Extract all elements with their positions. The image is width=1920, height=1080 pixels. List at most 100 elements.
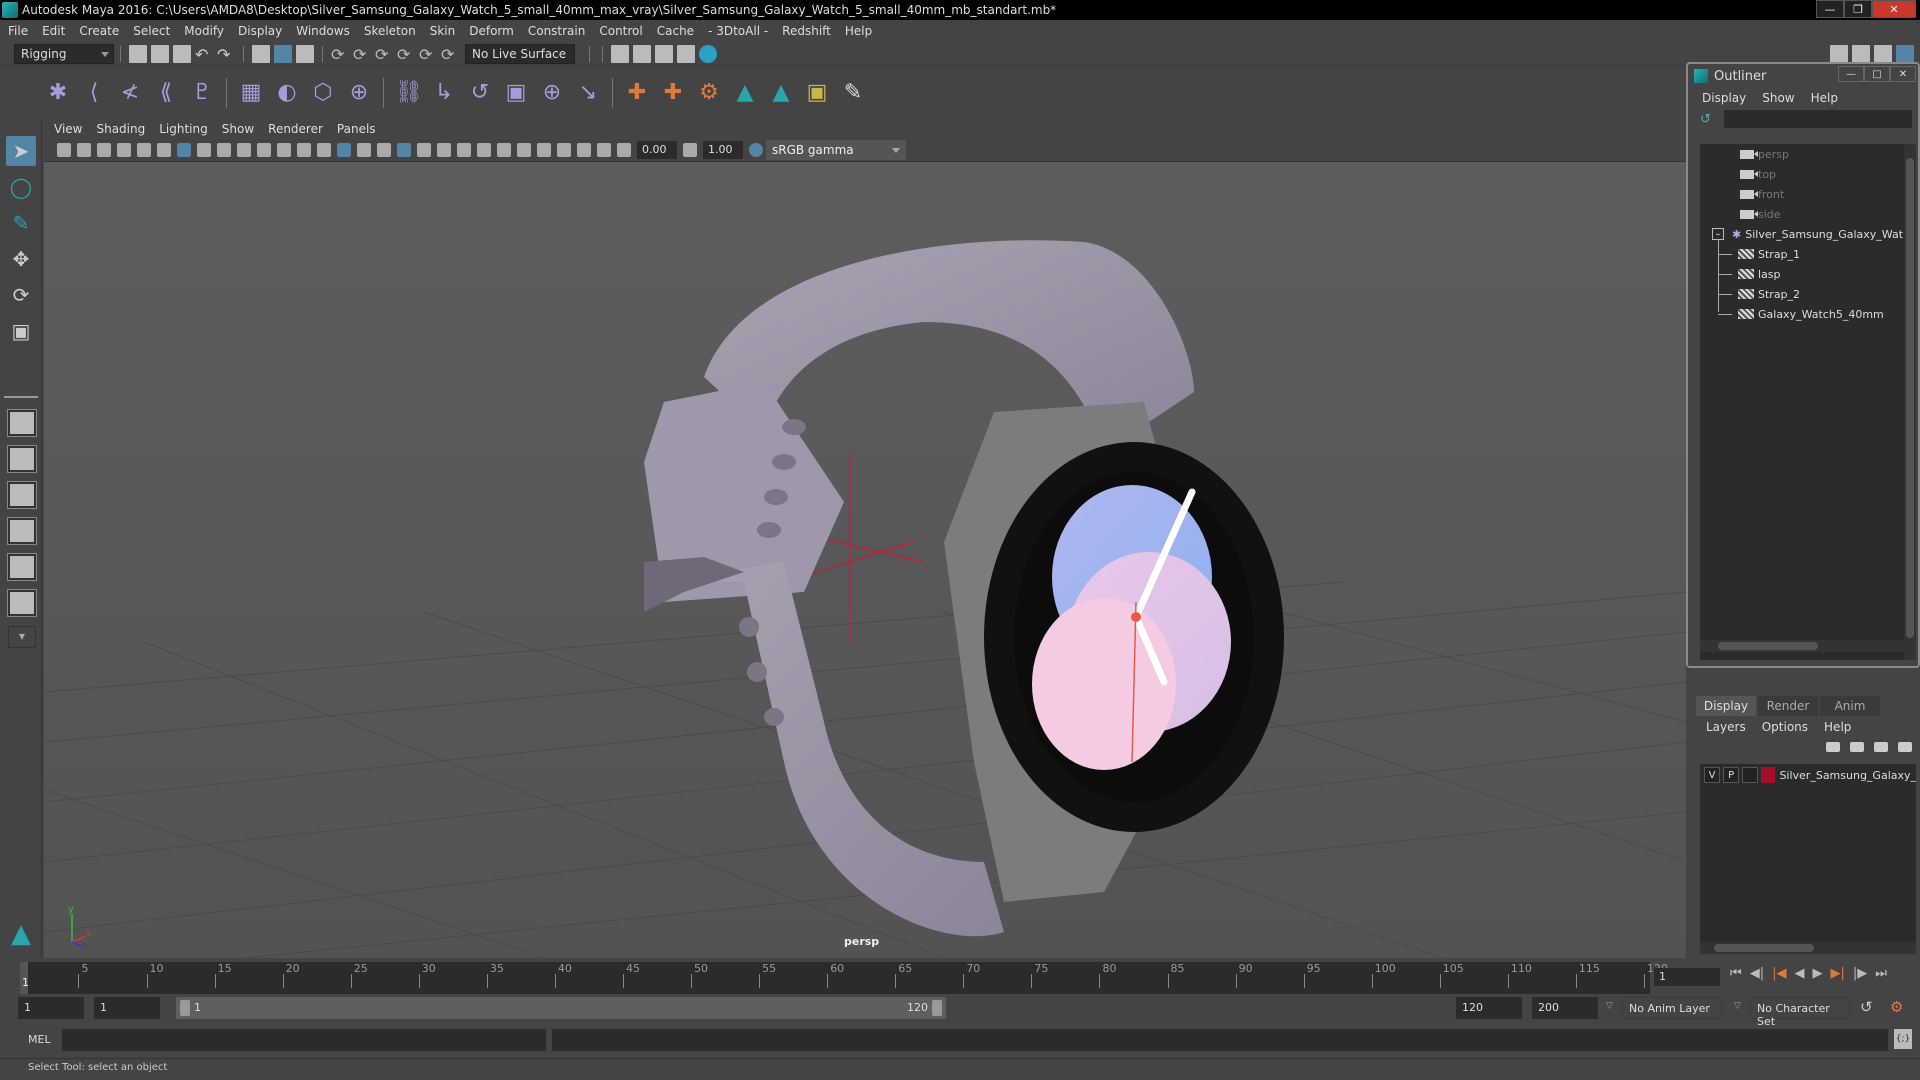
more-layouts-button[interactable]: ▼: [8, 626, 36, 648]
2d-pan-zoom-icon[interactable]: [137, 142, 151, 157]
xray-joints-icon[interactable]: [597, 142, 611, 157]
anim-layer-dropdown[interactable]: No Anim Layer: [1622, 997, 1722, 1019]
tab-anim[interactable]: Anim: [1820, 696, 1880, 716]
grid-toggle-icon[interactable]: [177, 142, 191, 157]
maya-icon[interactable]: ▲: [732, 80, 758, 106]
joint-tool-icon[interactable]: ✱: [45, 80, 71, 106]
open-scene-icon[interactable]: [151, 44, 169, 63]
safe-title-icon[interactable]: [297, 142, 311, 157]
textured-icon[interactable]: [397, 142, 411, 157]
persp-graph-layout-icon[interactable]: [7, 517, 37, 545]
exposure-field[interactable]: 0.00: [637, 140, 677, 159]
camera-attributes-icon[interactable]: [77, 142, 91, 157]
save-scene-icon[interactable]: [173, 44, 191, 63]
range-slider-bar[interactable]: 1 120: [176, 997, 946, 1019]
xray-active-icon[interactable]: [577, 142, 591, 157]
playback-end-field[interactable]: 120: [1456, 997, 1522, 1019]
default-lighting-icon[interactable]: [357, 142, 371, 157]
select-object-icon[interactable]: [274, 44, 292, 63]
animation-preferences-icon[interactable]: ⚙: [1890, 998, 1903, 1016]
scrollbar-thumb[interactable]: [1718, 642, 1818, 650]
play-forwards-icon[interactable]: ▶: [1812, 966, 1822, 981]
paint-select-tool-icon[interactable]: ✎: [6, 208, 36, 238]
script-editor-icon[interactable]: {;}: [1894, 1029, 1912, 1049]
menu-layers[interactable]: Layers: [1706, 720, 1746, 734]
camera-select-icon[interactable]: [57, 142, 71, 157]
render-view-icon[interactable]: [611, 44, 629, 63]
redo-icon[interactable]: ↷: [217, 45, 235, 64]
playback-start-field[interactable]: 1: [94, 997, 160, 1019]
hypershade-persp-layout-icon[interactable]: [7, 553, 37, 581]
outliner-close-button[interactable]: ✕: [1890, 66, 1916, 82]
lattice-icon[interactable]: ⬡: [310, 80, 336, 106]
locator-icon[interactable]: ✚: [624, 80, 650, 106]
menu-skeleton[interactable]: Skeleton: [364, 24, 416, 38]
isolate-select-icon[interactable]: [537, 142, 551, 157]
play-backwards-icon[interactable]: ◀: [1794, 966, 1804, 981]
use-all-lights-icon[interactable]: [417, 142, 431, 157]
lasso-tool-icon[interactable]: ◯: [6, 172, 36, 202]
outliner-titlebar[interactable]: Outliner — □ ✕: [1688, 64, 1918, 88]
outliner-item-lasp[interactable]: lasp: [1718, 264, 1781, 284]
menu-cache[interactable]: Cache: [657, 24, 694, 38]
gate-mask-icon[interactable]: [237, 142, 251, 157]
playback-toggle[interactable]: P: [1723, 767, 1740, 783]
minimize-button[interactable]: —: [1816, 0, 1844, 18]
color-management-toggle-icon[interactable]: [749, 142, 763, 157]
tool-settings-icon[interactable]: [1874, 44, 1892, 63]
live-surface-field[interactable]: No Live Surface: [465, 43, 575, 64]
step-back-frame-icon[interactable]: ◀|: [1750, 966, 1764, 981]
vp-menu-show[interactable]: Show: [222, 122, 254, 136]
persp-graph-hypergraph-layout-icon[interactable]: [7, 589, 37, 617]
go-to-start-icon[interactable]: ⏮: [1730, 966, 1742, 981]
step-forward-key-icon[interactable]: ▶|: [1830, 966, 1844, 981]
outliner-item-top[interactable]: top: [1740, 164, 1776, 184]
vp-menu-lighting[interactable]: Lighting: [159, 122, 208, 136]
anim-layer-chevron-icon[interactable]: ▽: [1606, 1001, 1613, 1011]
scale-constraint-icon[interactable]: ▣: [503, 80, 529, 106]
snap-surface-icon[interactable]: ⟳: [419, 45, 437, 64]
motion-blur-icon[interactable]: [477, 142, 491, 157]
cluster-icon[interactable]: ⊕: [346, 80, 372, 106]
new-layer-selected-icon[interactable]: [1898, 742, 1912, 752]
menu-edit[interactable]: Edit: [42, 24, 65, 38]
start-time-field[interactable]: 1: [18, 997, 84, 1019]
snap-curve-icon[interactable]: ⟳: [353, 45, 371, 64]
outliner-item-strap-2[interactable]: Strap_2: [1718, 284, 1800, 304]
outliner-menu-help[interactable]: Help: [1811, 91, 1838, 105]
outliner-item-galaxy-watch5[interactable]: Galaxy_Watch5_40mm: [1718, 304, 1884, 324]
screen-space-ao-icon[interactable]: [457, 142, 471, 157]
menu-windows[interactable]: Windows: [296, 24, 350, 38]
outliner-item-group[interactable]: – ✱ Silver_Samsung_Galaxy_Wat: [1712, 224, 1903, 244]
tab-display[interactable]: Display: [1696, 696, 1756, 716]
menu-deform[interactable]: Deform: [469, 24, 514, 38]
rotate-tool-icon[interactable]: ⟳: [6, 280, 36, 310]
ik-handle-icon[interactable]: ⟨: [81, 80, 107, 106]
point-constraint-icon[interactable]: ↳: [431, 80, 457, 106]
menu-redshift[interactable]: Redshift: [782, 24, 831, 38]
menu-set-dropdown[interactable]: Rigging: [14, 43, 114, 64]
menu-file[interactable]: File: [8, 24, 28, 38]
modeling-toolkit-icon[interactable]: [1830, 44, 1848, 63]
snap-point-icon[interactable]: ⟳: [375, 45, 393, 64]
menu-options[interactable]: Options: [1762, 720, 1808, 734]
layer-color-swatch[interactable]: [1761, 767, 1776, 783]
select-hierarchy-icon[interactable]: [252, 44, 270, 63]
scrollbar-thumb[interactable]: [1714, 944, 1814, 952]
aim-constraint-icon[interactable]: ⊕: [539, 80, 565, 106]
collapse-icon[interactable]: –: [1712, 228, 1724, 240]
wireframe-icon[interactable]: [317, 142, 331, 157]
current-frame-field[interactable]: 1: [1654, 968, 1720, 986]
menu-help[interactable]: Help: [845, 24, 872, 38]
menu-select[interactable]: Select: [133, 24, 170, 38]
attribute-editor-icon[interactable]: [1852, 44, 1870, 63]
move-layer-down-icon[interactable]: [1850, 742, 1864, 752]
end-time-field[interactable]: 200: [1532, 997, 1598, 1019]
layer-row[interactable]: V P Silver_Samsung_Galaxy_: [1700, 764, 1916, 786]
render-frame-icon[interactable]: [633, 44, 651, 63]
vp-menu-shading[interactable]: Shading: [96, 122, 145, 136]
scrollbar-thumb[interactable]: [1906, 158, 1914, 638]
humanik-icon[interactable]: ♇: [189, 80, 215, 106]
orient-constraint-icon[interactable]: ↺: [467, 80, 493, 106]
view-transform-dropdown[interactable]: sRGB gamma: [766, 139, 906, 160]
